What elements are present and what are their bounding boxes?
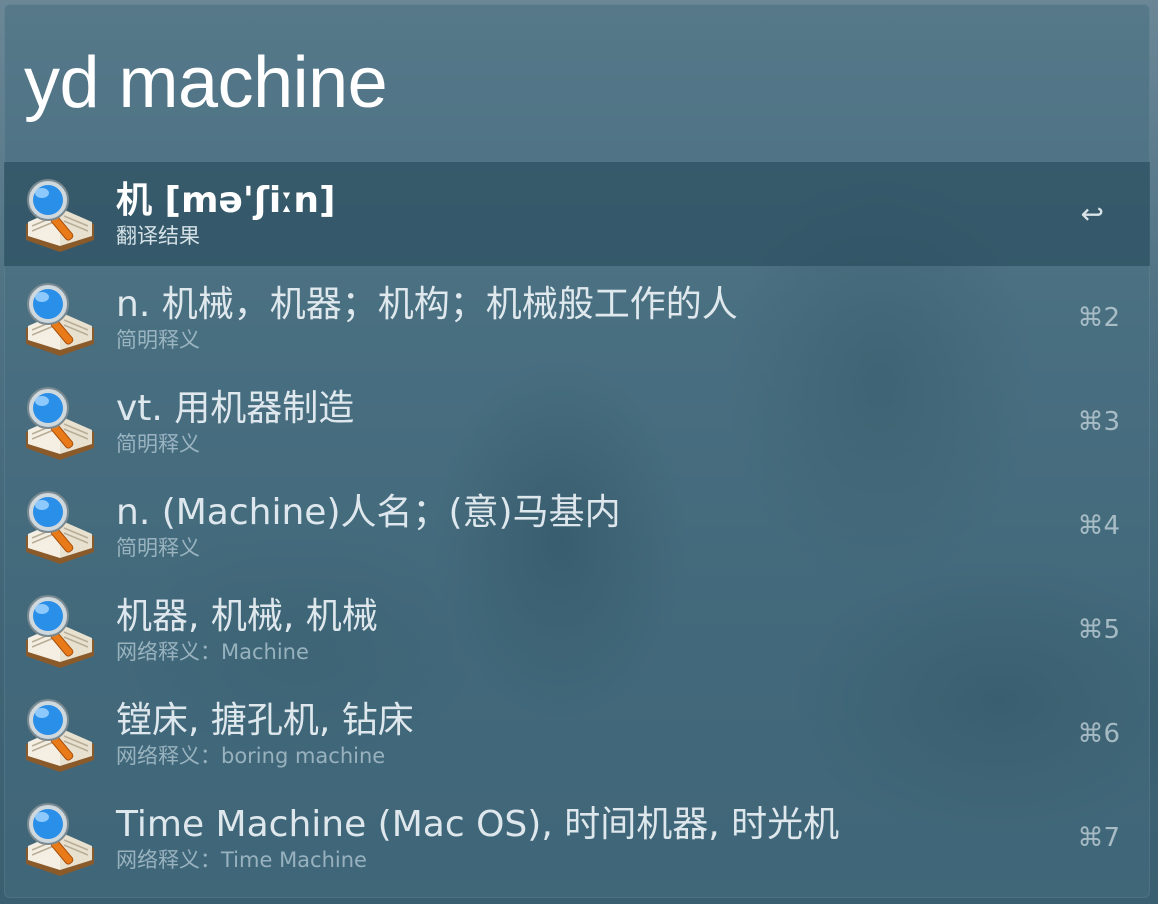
dictionary-magnifier-icon [26, 699, 94, 772]
result-title: Time Machine (Mac OS), 时间机器, 时光机 [116, 804, 840, 845]
shortcut-label: ⌘2 [1077, 303, 1120, 333]
result-list: 机 [mə'ʃiːn] 翻译结果 ↩ n. 机械，机器；机构；机械般工作的人 简… [4, 162, 1150, 890]
dictionary-magnifier-icon [26, 803, 94, 876]
launcher-window: yd machine 机 [mə'ʃiːn] 翻译结果 ↩ n. 机械，机器；机… [4, 4, 1150, 898]
result-texts: 镗床, 搪孔机, 钻床 网络释义：boring machine [116, 699, 1150, 769]
result-texts: 机 [mə'ʃiːn] 翻译结果 [116, 179, 1150, 249]
result-item-4[interactable]: n. (Machine)人名；(意)马基内 简明释义 ⌘4 [4, 474, 1150, 578]
search-query-input[interactable]: yd machine [4, 4, 1150, 162]
dictionary-magnifier-icon [26, 179, 94, 252]
result-item-3[interactable]: vt. 用机器制造 简明释义 ⌘3 [4, 370, 1150, 474]
result-texts: vt. 用机器制造 简明释义 [116, 387, 1150, 457]
result-item-6[interactable]: 镗床, 搪孔机, 钻床 网络释义：boring machine ⌘6 [4, 682, 1150, 786]
shortcut-label: ⌘6 [1077, 719, 1120, 749]
dictionary-magnifier-icon [26, 387, 94, 460]
result-subtitle: 翻译结果 [116, 224, 200, 248]
dictionary-magnifier-icon [26, 491, 94, 564]
result-item-5[interactable]: 机器, 机械, 机械 网络释义：Machine ⌘5 [4, 578, 1150, 682]
return-key-icon: ↩ [1080, 197, 1104, 231]
result-subtitle: 网络释义：Time Machine [116, 848, 367, 872]
shortcut-label: ⌘5 [1077, 615, 1120, 645]
result-texts: Time Machine (Mac OS), 时间机器, 时光机 网络释义：Ti… [116, 803, 1150, 873]
result-title: 镗床, 搪孔机, 钻床 [116, 700, 414, 741]
result-title: n. (Machine)人名；(意)马基内 [116, 492, 621, 533]
result-texts: 机器, 机械, 机械 网络释义：Machine [116, 595, 1150, 665]
result-title: 机 [mə'ʃiːn] [116, 180, 336, 221]
result-title: vt. 用机器制造 [116, 388, 355, 429]
result-subtitle: 网络释义：Machine [116, 640, 309, 664]
result-subtitle: 网络释义：boring machine [116, 744, 386, 768]
dictionary-magnifier-icon [26, 283, 94, 356]
result-title: 机器, 机械, 机械 [116, 596, 378, 637]
result-subtitle: 简明释义 [116, 328, 200, 352]
result-item-7[interactable]: Time Machine (Mac OS), 时间机器, 时光机 网络释义：Ti… [4, 786, 1150, 890]
shortcut-label: ⌘3 [1077, 407, 1120, 437]
dictionary-magnifier-icon [26, 595, 94, 668]
result-texts: n. 机械，机器；机构；机械般工作的人 简明释义 [116, 283, 1150, 353]
shortcut-label: ⌘7 [1077, 823, 1120, 853]
result-subtitle: 简明释义 [116, 432, 200, 456]
result-title: n. 机械，机器；机构；机械般工作的人 [116, 284, 738, 325]
result-texts: n. (Machine)人名；(意)马基内 简明释义 [116, 491, 1150, 561]
result-item-1[interactable]: 机 [mə'ʃiːn] 翻译结果 ↩ [4, 162, 1150, 266]
shortcut-label: ⌘4 [1077, 511, 1120, 541]
result-item-2[interactable]: n. 机械，机器；机构；机械般工作的人 简明释义 ⌘2 [4, 266, 1150, 370]
result-subtitle: 简明释义 [116, 536, 200, 560]
